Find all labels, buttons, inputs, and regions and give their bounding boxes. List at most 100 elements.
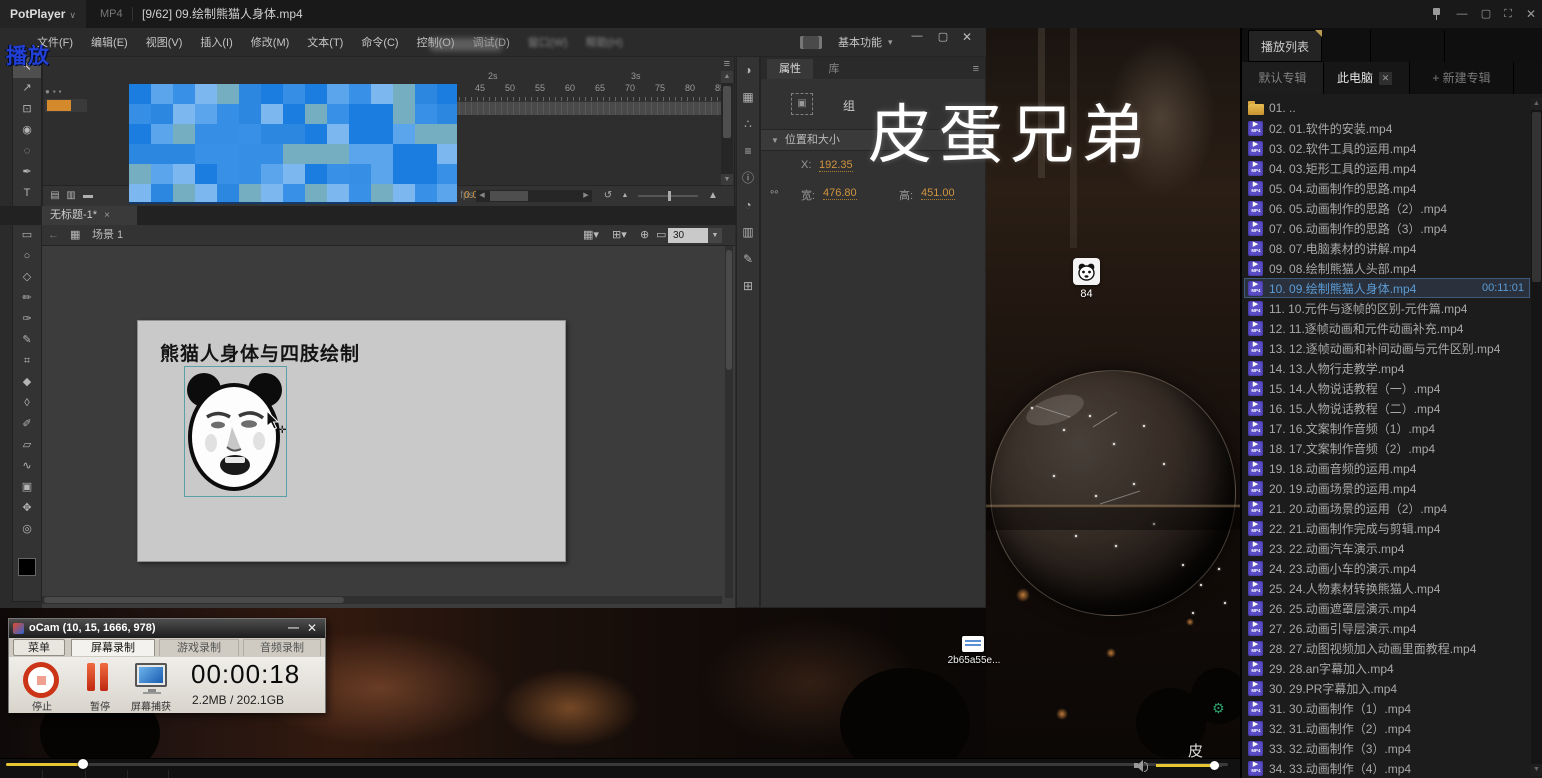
timeline-zoom-slider[interactable] xyxy=(638,195,698,197)
free-transform-tool-icon[interactable]: ⊡ xyxy=(13,99,41,120)
list-item[interactable]: ▶MP404. 03.矩形工具的运用.mp4 xyxy=(1244,158,1530,178)
oval-tool-icon[interactable]: ○ xyxy=(13,246,41,267)
list-item[interactable]: ▶MP423. 22.动画汽车演示.mp4 xyxy=(1244,538,1530,558)
close-tab-icon[interactable]: ✕ xyxy=(1379,72,1392,85)
panel-menu-icon[interactable]: ≡ xyxy=(973,59,979,79)
ocam-titlebar[interactable]: oCam (10, 15, 1666, 978) — ✕ xyxy=(9,619,325,638)
animate-maximize-button[interactable]: ▢ xyxy=(932,30,954,43)
subselection-tool-icon[interactable]: ↗ xyxy=(13,78,41,99)
transform-panel-icon[interactable]: ⊞ xyxy=(737,273,759,300)
list-item[interactable]: ▶MP413. 12.逐帧动画和补间动画与元件区别.mp4 xyxy=(1244,338,1530,358)
frame-strip[interactable] xyxy=(417,101,723,115)
scroll-down-icon[interactable]: ▼ xyxy=(1531,764,1542,776)
list-item[interactable]: ▶MP417. 16.文案制作音频（1）.mp4 xyxy=(1244,418,1530,438)
seekbar-thumb[interactable] xyxy=(78,759,88,769)
list-item[interactable]: ▶MP408. 07.电脑素材的讲解.mp4 xyxy=(1244,238,1530,258)
tab-audio-record[interactable]: 音频录制 xyxy=(243,639,321,656)
menu-item-1[interactable]: 编辑(E) xyxy=(82,34,137,50)
paint-bucket-tool-icon[interactable]: ◆ xyxy=(13,372,41,393)
document-tab[interactable]: 无标题-1*× xyxy=(42,206,137,225)
list-item[interactable]: ▶MP414. 13.人物行走教学.mp4 xyxy=(1244,358,1530,378)
menu-item-6[interactable]: 命令(C) xyxy=(352,34,407,50)
ocam-menu-button[interactable]: 菜单 xyxy=(13,639,65,656)
color-panel-icon[interactable]: ◑ xyxy=(737,57,759,84)
reset-zoom-icon[interactable]: ↺ xyxy=(601,186,615,206)
x-value[interactable]: 192.35 xyxy=(819,159,853,172)
close-button[interactable]: ✕ xyxy=(1519,0,1542,28)
pin-icon[interactable] xyxy=(1424,0,1448,28)
lasso-tool-icon[interactable]: ◌ xyxy=(13,141,41,162)
list-item[interactable]: ▶MP427. 26.动画引导层演示.mp4 xyxy=(1244,618,1530,638)
new-layer-icon[interactable]: ▤ xyxy=(48,186,62,206)
list-item[interactable]: ▶MP428. 27.动图视频加入动画里面教程.mp4 xyxy=(1244,638,1530,658)
rectangle-tool-icon[interactable]: ▭ xyxy=(13,225,41,246)
info-panel-icon[interactable]: ⓘ xyxy=(737,165,759,192)
pause-record-button[interactable] xyxy=(87,663,111,691)
tab-properties[interactable]: 属性 xyxy=(767,59,813,79)
scroll-right-icon[interactable]: ▶ xyxy=(580,190,592,202)
menu-item-5[interactable]: 文本(T) xyxy=(298,34,352,50)
tab-this-pc[interactable]: 此电脑✕ xyxy=(1324,62,1410,94)
list-item[interactable]: ▶MP407. 06.动画制作的思路（3）.mp4 xyxy=(1244,218,1530,238)
playlist-scrollbar[interactable]: ▲ ▼ xyxy=(1531,98,1542,776)
timeline-hscrollbar[interactable]: ◀ ▶ xyxy=(476,190,592,202)
desktop-file-icon[interactable] xyxy=(962,636,984,652)
swatches-panel-icon[interactable]: ▦ xyxy=(737,84,759,111)
motion-presets-panel-icon[interactable]: ✎ xyxy=(737,246,759,273)
align-panel-icon[interactable]: ≡ xyxy=(737,138,759,165)
scroll-up-icon[interactable]: ▲ xyxy=(721,71,733,83)
width-tool-icon[interactable]: ∿ xyxy=(13,456,41,477)
timeline-vscrollbar[interactable]: ▲ ▼ xyxy=(721,71,733,186)
tab-game-record[interactable]: 游戏录制 xyxy=(159,639,239,656)
fullscreen-button[interactable]: ⛶ xyxy=(1496,0,1520,28)
list-item[interactable]: ▶MP429. 28.an字幕加入.mp4 xyxy=(1244,658,1530,678)
ocam-minimize-button[interactable]: — xyxy=(288,619,299,638)
list-item[interactable]: ▶MP402. 01.软件的安装.mp4 xyxy=(1244,118,1530,138)
center-stage-icon[interactable]: ⊕ xyxy=(640,225,649,246)
timeline-ruler[interactable]: 35404550556065707580852s3s xyxy=(417,71,723,101)
clip-content-icon[interactable]: ▭ xyxy=(656,225,666,246)
menu-item-4[interactable]: 修改(M) xyxy=(242,34,299,50)
scroll-up-icon[interactable]: ▲ xyxy=(1531,98,1542,110)
ocam-close-button[interactable]: ✕ xyxy=(307,619,317,638)
panel-menu-icon[interactable]: ≡ xyxy=(724,58,730,70)
playlist-title-tab[interactable]: 播放列表 xyxy=(1248,30,1322,62)
camera-tool-icon[interactable]: ▣ xyxy=(13,477,41,498)
tab-library[interactable]: 库 xyxy=(819,59,849,79)
list-item[interactable]: ▶MP416. 15.人物说话教程（二）.mp4 xyxy=(1244,398,1530,418)
zoom-tool-icon[interactable]: ◎ xyxy=(13,519,41,540)
stop-record-button[interactable] xyxy=(23,662,59,698)
brush-library-panel-icon[interactable]: ∴ xyxy=(737,111,759,138)
list-item[interactable]: ▶MP419. 18.动画音频的运用.mp4 xyxy=(1244,458,1530,478)
workspace-switcher[interactable]: 基本功能 ▾ xyxy=(800,34,893,50)
eraser-tool-icon[interactable]: ▱ xyxy=(13,435,41,456)
animate-close-button[interactable]: ✕ xyxy=(956,30,978,44)
hand-tool-icon[interactable]: ✥ xyxy=(13,498,41,519)
list-item[interactable]: ▶MP422. 21.动画制作完成与剪辑.mp4 xyxy=(1244,518,1530,538)
tab-screen-record[interactable]: 屏幕录制 xyxy=(71,639,155,656)
list-item[interactable]: ▶MP421. 20.动画场景的运用（2）.mp4 xyxy=(1244,498,1530,518)
height-value[interactable]: 451.00 xyxy=(921,187,955,200)
3d-rotation-tool-icon[interactable]: ◉ xyxy=(13,120,41,141)
zoom-input[interactable]: 30 xyxy=(668,228,708,243)
menu-item-10[interactable]: 帮助(H) xyxy=(577,34,632,50)
list-item[interactable]: ▶MP406. 05.动画制作的思路（2）.mp4 xyxy=(1244,198,1530,218)
list-item[interactable]: 01. .. xyxy=(1244,98,1530,118)
volume-icon[interactable] xyxy=(1134,760,1148,772)
edit-symbols-icon[interactable]: ⊞▾ xyxy=(612,225,627,246)
minimize-button[interactable]: — xyxy=(1450,0,1474,28)
delete-layer-icon[interactable]: ▬ xyxy=(81,186,95,206)
list-item[interactable]: ▶MP410. 09.绘制熊猫人身体.mp400:11:01 xyxy=(1244,278,1530,298)
pencil-tool-icon[interactable]: ✏ xyxy=(13,288,41,309)
zoom-in-frames-icon[interactable]: ▲ xyxy=(705,186,721,206)
menu-item-2[interactable]: 视图(V) xyxy=(137,34,192,50)
list-item[interactable]: ▶MP405. 04.动画制作的思路.mp4 xyxy=(1244,178,1530,198)
close-tab-icon[interactable]: × xyxy=(104,210,110,221)
scroll-left-icon[interactable]: ◀ xyxy=(476,190,488,202)
volume-slider[interactable] xyxy=(1156,764,1222,767)
list-item[interactable]: ▶MP403. 02.软件工具的运用.mp4 xyxy=(1244,138,1530,158)
list-item[interactable]: ▶MP433. 32.动画制作（3）.mp4 xyxy=(1244,738,1530,758)
brush-tool-icon[interactable]: ✑ xyxy=(13,309,41,330)
history-panel-icon[interactable]: ◔ xyxy=(737,192,759,219)
bone-tool-icon[interactable]: ⌗ xyxy=(13,351,41,372)
